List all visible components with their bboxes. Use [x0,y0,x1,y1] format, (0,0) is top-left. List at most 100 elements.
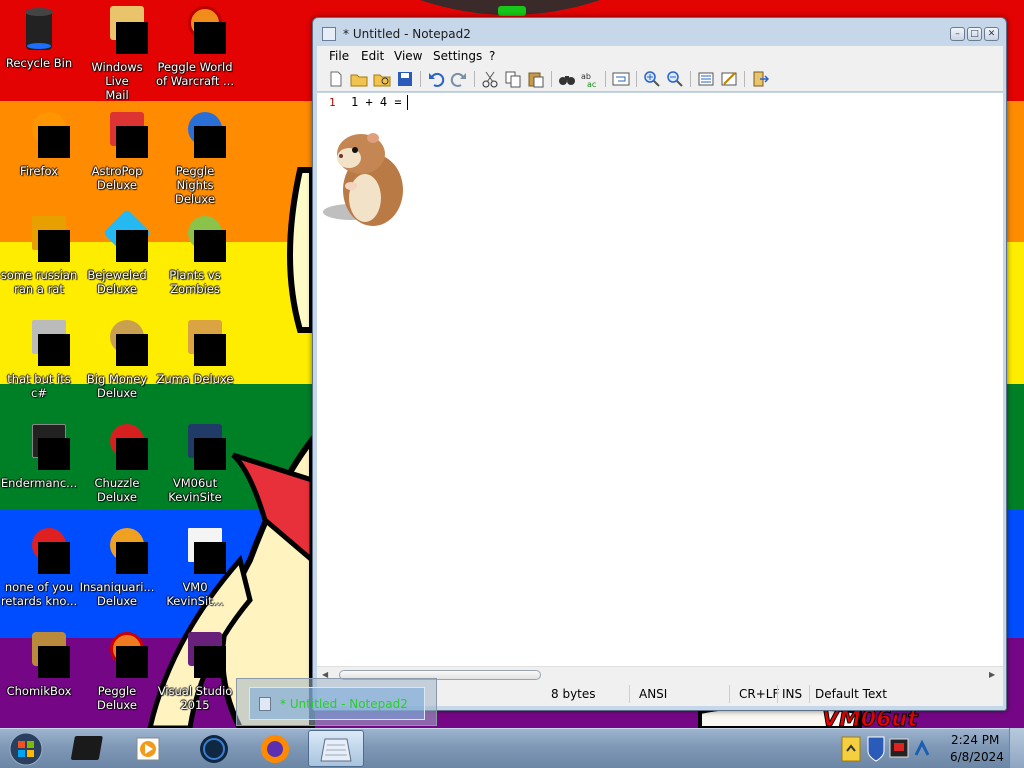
desktop-icon-zuma-deluxe[interactable]: Zuma Deluxe [156,320,234,386]
taskbar-window-preview[interactable]: * Untitled - Notepad2 [236,678,437,726]
desktop-icon-that-but-its-csharp[interactable]: that but its c# [0,320,78,400]
desktop-icon-vm06ut-kevinsite[interactable]: VM06ut KevinSite [156,424,234,504]
status-line-endings[interactable]: CR+LF [739,687,779,701]
cut-icon[interactable] [481,70,499,88]
windows-start-icon[interactable] [6,731,46,767]
desktop-icon-some-russian-ran-a-rat[interactable]: some russian ran a rat [0,216,78,296]
redo-icon[interactable] [450,70,468,88]
desktop-icon-windows-live-mail[interactable]: Windows Live Mail [78,6,156,102]
close-button[interactable]: ✕ [984,27,999,41]
status-scheme[interactable]: Default Text [815,687,887,701]
exit-icon[interactable] [751,70,769,88]
preview-item[interactable]: * Untitled - Notepad2 [249,687,425,720]
globe-icon [200,735,228,763]
desktop-icon-peggle-deluxe[interactable]: Peggle Deluxe [78,632,156,712]
scroll-right-icon[interactable]: ▶ [989,670,995,679]
status-separator [777,685,778,703]
desktop-icon-peggle-nights-deluxe[interactable]: Peggle Nights Deluxe [156,112,234,206]
toolbar-separator [690,71,691,87]
clock-date[interactable]: 6/8/2024 [950,750,1004,764]
desktop-icon-peggle-world-of-warcraft[interactable]: Peggle World of Warcraft ... [156,6,234,88]
media-player-icon [136,737,160,761]
menu-edit[interactable]: Edit [361,49,384,63]
desktop-icon-plants-vs-zombies[interactable]: Plants vs Zombies [156,216,234,296]
menu-bar: File Edit View Settings ? [317,46,1003,66]
taskbar-firefox[interactable] [247,730,303,767]
window-title: * Untitled - Notepad2 [343,27,471,41]
open-folder-icon[interactable] [350,70,368,88]
show-hidden-icons-icon[interactable] [841,736,861,762]
peggle-nights-icon [178,112,226,158]
terminal-icon [71,736,103,760]
copy-icon[interactable] [504,70,522,88]
title-bar[interactable]: * Untitled - Notepad2 – □ ✕ [313,18,1006,47]
desktop-icon-label: Peggle Nights Deluxe [175,164,215,206]
browse-icon[interactable] [373,70,391,88]
desktop-icon-astropop-deluxe[interactable]: AstroPop Deluxe [78,112,156,192]
text-caret [407,95,408,110]
toolbar-separator [636,71,637,87]
desktop-icon-none-of-you[interactable]: none of you retards kno... [0,528,78,608]
find-icon[interactable] [558,70,576,88]
replace-icon[interactable]: abac [581,70,599,88]
desktop-icon-insaniquarium-deluxe[interactable]: Insaniquari... Deluxe [78,528,156,608]
desktop-icon-firefox[interactable]: Firefox [0,112,78,178]
visual-studio-icon [178,632,226,678]
scheme-icon[interactable] [697,70,715,88]
desktop-icon-visual-studio-2015[interactable]: Visual Studio 2015 [156,632,234,712]
line-number: 1 [329,96,336,109]
menu-view[interactable]: View [394,49,422,63]
toolbar-separator [744,71,745,87]
editor-content[interactable]: 1 + 4 = [351,95,402,109]
minimize-button[interactable]: – [950,27,965,41]
network-icon[interactable] [914,739,930,756]
customize-scheme-icon[interactable] [720,70,738,88]
toolbar-separator [420,71,421,87]
status-size: 8 bytes [551,687,596,701]
word-wrap-icon[interactable] [612,70,630,88]
clock-time[interactable]: 2:24 PM [951,733,999,747]
svg-text:ac: ac [587,80,596,88]
desktop-icon-recycle-bin[interactable]: Recycle Bin [0,6,78,70]
desktop-icon-endermanc[interactable]: Endermanc... [0,424,78,490]
notepad2-window[interactable]: * Untitled - Notepad2 – □ ✕ File Edit Vi… [312,17,1007,711]
toolbar-separator [551,71,552,87]
desktop-icon-label: VM0 KevinSit... [166,580,224,608]
paste-icon[interactable] [527,70,545,88]
zoom-out-icon[interactable] [666,70,684,88]
desktop-icon-label: Insaniquari... Deluxe [79,580,155,608]
desktop-icon-label: that but its c# [7,372,71,400]
zoom-in-icon[interactable] [643,70,661,88]
recycle-bin-icon [22,6,56,50]
desktop-icon-big-money-deluxe[interactable]: Big Money Deluxe [78,320,156,400]
shortcut-icon [22,320,70,366]
peggle-deluxe-icon [100,632,148,678]
taskbar-notepad2[interactable] [308,730,364,767]
show-desktop-button[interactable] [1009,728,1024,768]
chuzzle-icon [100,424,148,470]
desktop-icon-chomikbox[interactable]: ChomikBox [0,632,78,698]
menu-help[interactable]: ? [489,49,495,63]
maximize-button[interactable]: □ [967,27,982,41]
desktop-icon-chuzzle-deluxe[interactable]: Chuzzle Deluxe [78,424,156,504]
toolbar: ab ac [317,66,1003,92]
taskbar-media-player[interactable] [121,730,177,767]
desktop-icon-vm0-kevinsite[interactable]: VM0 KevinSit... [156,528,234,608]
menu-file[interactable]: File [329,49,349,63]
desktop-icon-label: Windows Live Mail [91,60,143,102]
desktop-icon-label: some russian ran a rat [0,268,78,296]
menu-settings[interactable]: Settings [433,49,482,63]
vm-icon [178,424,226,470]
chomikbox-icon [22,632,70,678]
status-encoding[interactable]: ANSI [639,687,667,701]
taskbar-terminal[interactable] [62,730,118,767]
undo-icon[interactable] [427,70,445,88]
security-shield-icon[interactable] [867,736,885,762]
status-insert-mode[interactable]: INS [782,687,802,701]
save-icon[interactable] [396,70,414,88]
desktop-icon-label: ChomikBox [6,684,72,698]
taskbar-globe[interactable] [186,730,242,767]
desktop-icon-bejeweled-deluxe[interactable]: Bejeweled Deluxe [78,208,156,296]
text-editor[interactable]: 1 1 + 4 = [317,93,1003,666]
new-file-icon[interactable] [327,70,345,88]
